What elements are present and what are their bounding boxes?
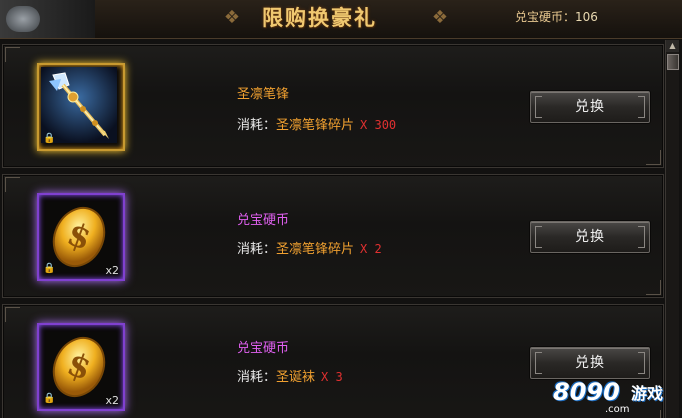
exchange-button[interactable]: 兑换 [530,347,650,379]
item-quantity: x2 [105,394,119,407]
ornament-right-icon: ❖ [431,7,449,28]
exchange-button[interactable]: 兑换 [530,221,650,253]
currency-balance: 兑宝硬币：106 [515,8,598,26]
page-title: 限购换豪礼 [262,5,377,30]
header-bar: ❖ 限购换豪礼 ❖ 兑宝硬币：106 [0,0,682,39]
scroll-thumb[interactable] [667,54,679,70]
lock-icon: 🔒 [43,133,56,144]
reward-list: 🔒 圣凛笔锋 消耗：圣凛笔锋碎片 X 300 兑换 $ 🔒 x2 兑宝硬币 消耗… [0,40,664,418]
cost-material: 圣凛笔锋碎片 [276,118,355,133]
list-item: 🔒 圣凛笔锋 消耗：圣凛笔锋碎片 X 300 兑换 [2,44,664,168]
lock-icon: 🔒 [43,393,56,404]
exchange-window: ❖ 限购换豪礼 ❖ 兑宝硬币：106 🔒 圣凛笔锋 消耗：圣凛笔锋碎片 X 30… [0,0,682,418]
item-name: 兑宝硬币 [237,341,290,356]
scrollbar[interactable]: ▲ [665,40,679,418]
watermark-domain: .com [605,404,630,415]
item-cost: 消耗：圣凛笔锋碎片 X 300 [237,117,396,134]
watermark-logo: 8090 [553,378,620,406]
item-cost: 消耗：圣凛笔锋碎片 X 2 [237,241,382,258]
watermark-game: 游戏 [631,384,664,403]
item-cost: 消耗：圣诞袜 X 3 [237,369,343,386]
cost-label: 消耗： [237,242,277,257]
item-quantity: x2 [105,264,119,277]
lock-icon: 🔒 [43,263,56,274]
item-name: 圣凛笔锋 [237,87,290,102]
ornament-left-icon: ❖ [223,7,241,28]
item-name: 兑宝硬币 [237,213,290,228]
currency-label: 兑宝硬币： [515,10,576,24]
scroll-up-icon[interactable]: ▲ [666,40,679,52]
exchange-button[interactable]: 兑换 [530,91,650,123]
portrait-strip [0,0,95,38]
item-slot[interactable]: $ 🔒 x2 [37,323,125,411]
cost-multiplier: X 3 [321,370,343,384]
cost-multiplier: X 300 [360,118,397,132]
cost-label: 消耗： [237,370,277,385]
list-item: $ 🔒 x2 兑宝硬币 消耗：圣凛笔锋碎片 X 2 兑换 [2,174,664,298]
cost-label: 消耗： [237,118,277,133]
cost-multiplier: X 2 [360,242,382,256]
item-slot[interactable]: $ 🔒 x2 [37,193,125,281]
cost-material: 圣诞袜 [276,370,316,385]
currency-value: 106 [575,10,598,24]
item-slot[interactable]: 🔒 [37,63,125,151]
site-watermark: 8090 游戏 .com [553,378,673,416]
cost-material: 圣凛笔锋碎片 [276,242,355,257]
